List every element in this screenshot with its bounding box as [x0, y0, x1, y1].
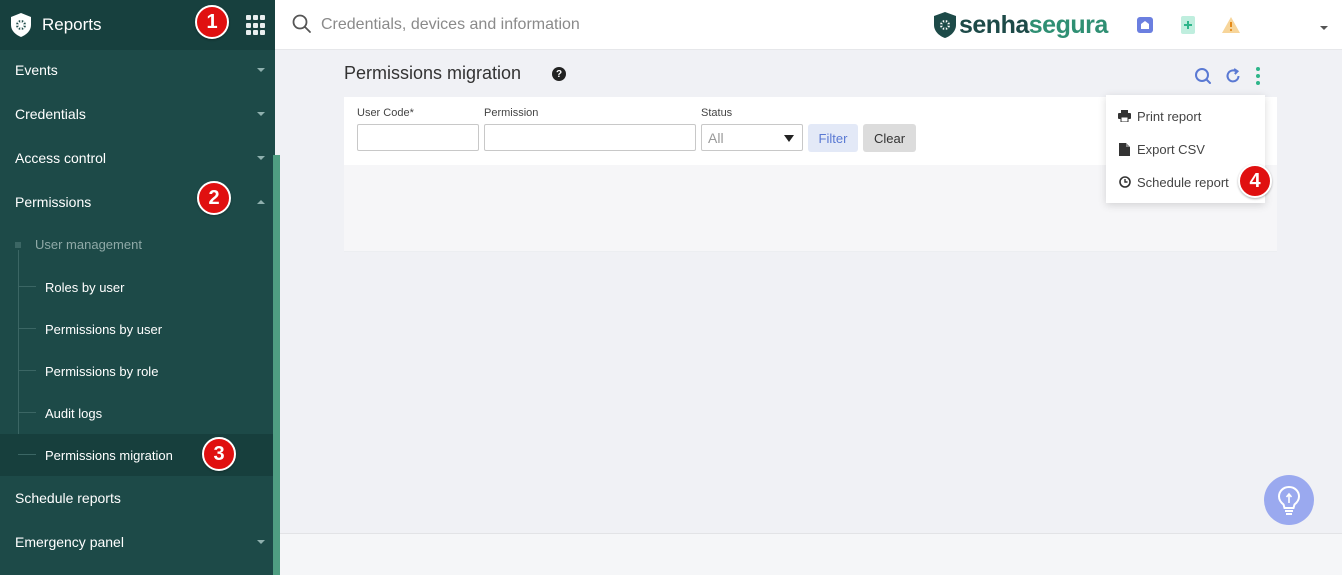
sidebar-item-events[interactable]: Events [0, 48, 275, 92]
chevron-up-icon [257, 200, 265, 204]
page-title: Permissions migration [344, 63, 522, 83]
sidebar-subitem-roles-by-user[interactable]: Roles by user [0, 266, 273, 308]
sidebar-item-label: Permissions [15, 194, 92, 210]
footer [280, 533, 1342, 575]
status-label: Status [701, 107, 733, 119]
permission-label: Permission [484, 107, 539, 119]
sidebar-subitem-label: Permissions by user [45, 321, 163, 337]
sidebar-subitem-label: Permissions by role [45, 363, 159, 379]
status-select-value: All [708, 129, 724, 146]
warning-icon[interactable] [1221, 15, 1241, 35]
sidebar-item-label: Emergency panel [15, 534, 124, 550]
menu-item-label: Schedule report [1137, 174, 1229, 190]
clock-icon [1118, 176, 1131, 189]
menu-item-export-csv[interactable]: Export CSV [1106, 134, 1265, 164]
sidebar-scrollbar[interactable] [273, 155, 280, 575]
sidebar-item-access-control[interactable]: Access control [0, 136, 275, 180]
brand-shield-icon [934, 12, 956, 38]
sidebar-subitem-audit-logs[interactable]: Audit logs [0, 392, 273, 434]
user-code-input[interactable] [357, 124, 479, 151]
top-bar: senhasegura [275, 0, 1342, 50]
annotation-badge-4: 4 [1238, 164, 1272, 198]
user-menu-caret-icon[interactable] [1320, 26, 1328, 30]
sidebar-header: Reports [0, 0, 275, 50]
sidebar-subitem-label: Roles by user [45, 279, 125, 295]
sidebar-subitem-label: Audit logs [45, 405, 103, 421]
sidebar: Reports Events Credentials Access contro… [0, 0, 275, 575]
brand-text-part1: senha [959, 10, 1029, 39]
permission-input[interactable] [484, 124, 696, 151]
sidebar-item-label: Credentials [15, 106, 86, 122]
search-icon[interactable] [292, 14, 312, 34]
chevron-down-icon [257, 156, 265, 160]
sidebar-subitem-permissions-by-role[interactable]: Permissions by role [0, 350, 273, 392]
more-options-icon[interactable] [1248, 66, 1268, 86]
status-select[interactable]: All [701, 124, 803, 151]
file-icon [1118, 142, 1131, 156]
menu-item-print-report[interactable]: Print report [1106, 101, 1265, 131]
filter-button[interactable]: Filter [808, 124, 858, 152]
annotation-badge-2: 2 [197, 181, 231, 215]
search-input[interactable] [321, 13, 741, 37]
annotation-badge-3: 3 [202, 437, 236, 471]
printer-icon [1118, 110, 1131, 123]
sidebar-item-label: Access control [15, 150, 107, 166]
add-icon[interactable] [1178, 15, 1198, 35]
sidebar-item-permissions[interactable]: Permissions [0, 180, 275, 224]
sidebar-subitem-label: Permissions migration [45, 447, 173, 463]
lightbulb-icon[interactable] [1264, 475, 1314, 525]
home-icon[interactable] [1135, 15, 1155, 35]
menu-item-label: Print report [1137, 108, 1202, 124]
search-report-icon[interactable] [1193, 66, 1213, 86]
app-title: Reports [42, 15, 102, 34]
chevron-down-icon [257, 540, 265, 544]
sidebar-group-user-management: User management [35, 237, 142, 252]
menu-item-label: Export CSV [1137, 141, 1205, 157]
tree-node-icon [15, 242, 21, 248]
help-icon[interactable]: ? [552, 67, 566, 81]
brand-text-part2: segura [1028, 10, 1108, 39]
chevron-down-icon [257, 112, 265, 116]
sidebar-subitem-permissions-by-user[interactable]: Permissions by user [0, 308, 273, 350]
chevron-down-icon [257, 68, 265, 72]
annotation-badge-1: 1 [195, 5, 229, 39]
sidebar-item-label: Events [15, 62, 58, 78]
apps-grid-icon[interactable] [246, 15, 267, 36]
refresh-icon[interactable] [1223, 66, 1243, 86]
sidebar-item-schedule-reports[interactable]: Schedule reports [0, 476, 275, 520]
user-code-label: User Code* [357, 107, 414, 119]
dropdown-arrow-icon [784, 135, 794, 142]
sidebar-item-credentials[interactable]: Credentials [0, 92, 275, 136]
brand-logo: senha segura [933, 10, 1108, 40]
sidebar-item-emergency-panel[interactable]: Emergency panel [0, 520, 275, 564]
clear-button[interactable]: Clear [863, 124, 916, 152]
logo-icon [10, 12, 32, 38]
sidebar-item-label: Schedule reports [15, 490, 121, 506]
